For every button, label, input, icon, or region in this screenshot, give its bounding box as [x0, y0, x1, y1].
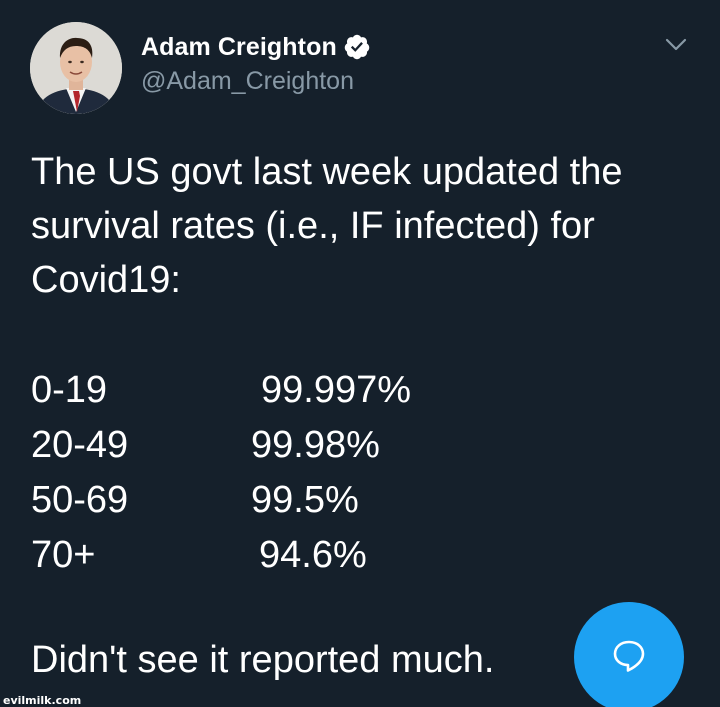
- verified-badge-icon: [343, 33, 371, 61]
- speech-bubble-icon: [609, 635, 649, 680]
- age-group: 20-49: [31, 424, 129, 466]
- rate-row: 0-19 99.997%: [31, 363, 411, 418]
- survival-rates-list: 0-19 99.997% 20-49 99.98% 50-69 99.5% 70…: [31, 363, 411, 583]
- survival-rate: 99.997%: [261, 369, 412, 411]
- avatar[interactable]: [30, 22, 122, 114]
- rate-row: 20-49 99.98%: [31, 418, 411, 473]
- tweet-card: Adam Creighton @Adam_Creighton The US go…: [0, 0, 720, 707]
- age-group: 70+: [31, 534, 96, 576]
- age-group: 50-69: [31, 479, 129, 521]
- username-handle[interactable]: @Adam_Creighton: [141, 67, 354, 96]
- tweet-closing-text: Didn't see it reported much.: [31, 639, 495, 681]
- rate-row: 70+ 94.6%: [31, 528, 411, 583]
- chevron-down-icon[interactable]: [661, 33, 691, 55]
- rate-row: 50-69 99.5%: [31, 473, 411, 528]
- display-name[interactable]: Adam Creighton: [141, 33, 337, 62]
- survival-rate: 94.6%: [259, 534, 367, 576]
- tweet-body: The US govt last week updated the surviv…: [31, 145, 691, 307]
- survival-rate: 99.5%: [251, 479, 359, 521]
- survival-rate: 99.98%: [251, 424, 380, 466]
- compose-reply-button[interactable]: [574, 602, 684, 707]
- age-group: 0-19: [31, 369, 108, 411]
- watermark: evilmilk.com: [3, 694, 82, 707]
- author-name-row[interactable]: Adam Creighton: [141, 30, 371, 64]
- tweet-intro-text: The US govt last week updated the surviv…: [31, 151, 623, 301]
